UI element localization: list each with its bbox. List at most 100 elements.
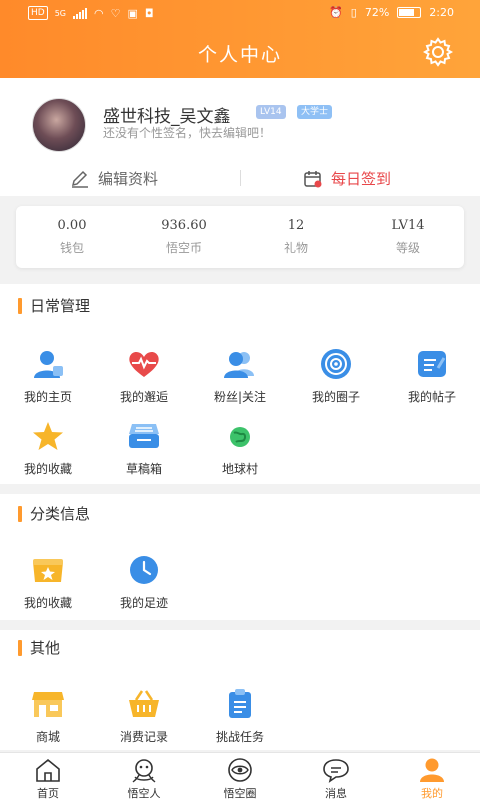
menu-item-label: 我的帖子 xyxy=(407,390,456,404)
globe-icon xyxy=(230,427,250,447)
section-title: 日常管理 xyxy=(18,296,90,316)
other-section: 其他 商城 消费记录 挑战任务 xyxy=(0,630,480,750)
menu-item-globe[interactable]: 地球村 xyxy=(192,420,288,477)
edit-profile-button[interactable]: 编辑资料 xyxy=(70,168,158,189)
post-icon xyxy=(418,351,446,377)
clipboard-icon xyxy=(229,689,251,718)
menu-item-label: 我的足迹 xyxy=(119,596,168,610)
daily-checkin-label: 每日签到 xyxy=(331,170,392,188)
header-bar: HD 5G ◠ ♡ ▣ ◘ ⏰ ▯ 72% 2:20 个人中心 xyxy=(0,0,480,78)
menu-item-label: 粉丝|关注 xyxy=(213,390,267,404)
menu-item-label: 消费记录 xyxy=(119,730,168,744)
favorite-box-icon xyxy=(33,559,63,582)
monkey-icon xyxy=(132,759,156,783)
bottom-tab-bar: 首页 悟空人 悟空圈 消息 我的 xyxy=(0,752,480,800)
tab-messages[interactable]: 消息 xyxy=(288,757,384,800)
menu-item-purchase-history[interactable]: 消费记录 xyxy=(96,688,192,745)
menu-item-label: 草稿箱 xyxy=(125,462,162,476)
stats-card: 0.00 钱包 936.60 悟空币 12 礼物 LV14 等级 xyxy=(16,206,464,268)
menu-item-challenges[interactable]: 挑战任务 xyxy=(192,688,288,745)
profile-card: 盛世科技_吴文鑫 LV14 大学士 还没有个性签名，快去编辑吧！ 编辑资料 每日… xyxy=(0,78,480,196)
stat-coins[interactable]: 936.60 悟空币 xyxy=(128,218,240,256)
menu-item-shop[interactable]: 商城 xyxy=(0,688,96,745)
stat-value: 12 xyxy=(287,218,305,233)
home-icon xyxy=(36,758,60,782)
menu-item-label: 我的邂逅 xyxy=(119,390,168,404)
status-bar: HD 5G ◠ ♡ ▣ ◘ ⏰ ▯ 72% 2:20 xyxy=(0,6,480,22)
star-icon xyxy=(33,422,63,450)
battery-icon xyxy=(397,7,422,18)
menu-item-label: 我的主页 xyxy=(23,390,72,404)
signal-icon xyxy=(73,7,87,19)
notification-icon: ♡ xyxy=(110,6,121,20)
page-title: 个人中心 xyxy=(197,44,282,66)
stat-value: LV14 xyxy=(391,218,425,233)
menu-item-footprints[interactable]: 我的足迹 xyxy=(96,554,192,611)
clock-time: 2:20 xyxy=(429,6,454,19)
stat-wallet[interactable]: 0.00 钱包 xyxy=(16,218,128,256)
me-icon xyxy=(420,758,444,782)
stat-level[interactable]: LV14 等级 xyxy=(352,218,464,256)
tab-me[interactable]: 我的 xyxy=(384,757,480,800)
title-badge: 大学士 xyxy=(297,105,333,119)
heart-pulse-icon xyxy=(129,351,159,377)
divider xyxy=(240,170,241,186)
tab-wukong-people[interactable]: 悟空人 xyxy=(96,757,192,800)
menu-item-encounter[interactable]: 我的邂逅 xyxy=(96,348,192,405)
stat-label: 等级 xyxy=(395,241,420,255)
stat-label: 悟空币 xyxy=(165,241,202,255)
stat-label: 礼物 xyxy=(283,241,308,255)
eye-circle-icon xyxy=(228,758,252,782)
shop-icon xyxy=(32,692,64,717)
gear-icon[interactable] xyxy=(422,36,454,68)
stat-gifts[interactable]: 12 礼物 xyxy=(240,218,352,256)
menu-item-label: 商城 xyxy=(35,730,60,744)
followers-icon xyxy=(224,352,254,378)
app2-icon: ◘ xyxy=(144,6,154,20)
basket-icon xyxy=(129,690,159,717)
menu-item-drafts[interactable]: 草稿箱 xyxy=(96,420,192,477)
tab-home[interactable]: 首页 xyxy=(0,757,96,800)
message-icon xyxy=(323,759,349,783)
tab-wukong-circle[interactable]: 悟空圈 xyxy=(192,757,288,800)
circle-target-icon xyxy=(321,349,351,379)
stat-label: 钱包 xyxy=(59,241,84,255)
avatar[interactable] xyxy=(32,98,86,152)
battery-percent: 72% xyxy=(364,6,390,19)
vibrate-icon: ▯ xyxy=(350,6,357,19)
calendar-icon xyxy=(304,170,322,187)
daily-checkin-button[interactable]: 每日签到 xyxy=(303,168,391,189)
clock-icon xyxy=(130,556,158,584)
edit-profile-label: 编辑资料 xyxy=(98,170,159,188)
tab-label: 消息 xyxy=(325,787,347,800)
menu-item-label: 挑战任务 xyxy=(215,730,264,744)
daily-section: 日常管理 我的主页 我的邂逅 粉丝|关注 我的圈子 我的帖子 我的收藏 草稿箱 … xyxy=(0,284,480,484)
menu-item-home[interactable]: 我的主页 xyxy=(0,348,96,405)
section-title: 分类信息 xyxy=(18,504,90,524)
stat-value: 936.60 xyxy=(161,218,207,233)
signature-text[interactable]: 还没有个性签名，快去编辑吧！ xyxy=(103,124,271,141)
pencil-icon xyxy=(71,170,88,188)
user-home-icon xyxy=(34,351,63,378)
app-icon: ▣ xyxy=(127,6,138,20)
menu-item-label: 地球村 xyxy=(221,462,258,476)
stat-value: 0.00 xyxy=(57,218,87,233)
menu-item-label: 我的收藏 xyxy=(23,596,72,610)
menu-item-my-favorites[interactable]: 我的收藏 xyxy=(0,554,96,611)
wifi-icon: ◠ xyxy=(94,6,104,20)
menu-item-label: 我的收藏 xyxy=(23,462,72,476)
drafts-icon xyxy=(129,424,159,448)
network-label: 5G xyxy=(54,8,66,18)
menu-item-posts[interactable]: 我的帖子 xyxy=(384,348,480,405)
menu-item-followers[interactable]: 粉丝|关注 xyxy=(192,348,288,405)
section-title: 其他 xyxy=(18,638,60,658)
hd-badge: HD xyxy=(28,6,48,20)
menu-item-favorites[interactable]: 我的收藏 xyxy=(0,420,96,477)
alarm-icon: ⏰ xyxy=(329,6,343,19)
category-section: 分类信息 我的收藏 我的足迹 xyxy=(0,494,480,620)
tab-label: 悟空圈 xyxy=(223,787,257,800)
tab-label: 首页 xyxy=(37,787,59,800)
menu-item-label: 我的圈子 xyxy=(311,390,360,404)
menu-item-circle[interactable]: 我的圈子 xyxy=(288,348,384,405)
level-badge: LV14 xyxy=(256,105,286,119)
